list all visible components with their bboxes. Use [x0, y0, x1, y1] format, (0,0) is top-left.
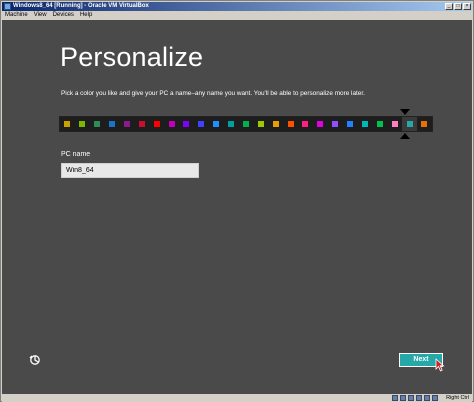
mouse-pointer-icon — [435, 358, 445, 372]
status-bar: Right Ctrl — [2, 394, 472, 402]
color-chip — [123, 121, 130, 127]
menu-devices[interactable]: Devices — [50, 11, 77, 20]
color-chip — [109, 121, 116, 127]
color-chip — [361, 121, 368, 127]
instruction-text: Pick a color you like and give your PC a… — [61, 90, 365, 97]
color-chip — [153, 121, 160, 127]
color-swatch[interactable] — [417, 117, 432, 131]
guest-screen: Personalize Pick a color you like and gi… — [2, 20, 472, 394]
color-swatch[interactable] — [402, 117, 417, 131]
close-button[interactable]: × — [463, 3, 471, 10]
page-title: Personalize — [60, 42, 204, 72]
color-swatch[interactable] — [357, 117, 373, 131]
color-chip — [421, 121, 428, 127]
mouse-integration-icon[interactable] — [432, 395, 438, 401]
selection-arrow-bottom-icon — [400, 133, 410, 139]
hard-disk-icon[interactable] — [392, 395, 398, 401]
window-controls: _ □ × — [445, 3, 471, 10]
optical-drive-icon[interactable] — [400, 395, 406, 401]
selection-arrow-top-icon — [400, 109, 410, 115]
color-swatch[interactable] — [60, 117, 75, 131]
host-key-label: Right Ctrl — [446, 395, 469, 401]
menu-view[interactable]: View — [31, 11, 50, 20]
pc-name-input[interactable] — [61, 163, 199, 178]
title-bar: Windows8_64 [Running] - Oracle VM Virtua… — [2, 2, 472, 11]
color-chip — [347, 121, 354, 127]
color-swatch[interactable] — [238, 117, 254, 131]
color-swatch[interactable] — [164, 117, 179, 131]
color-swatch[interactable] — [223, 117, 239, 131]
pc-name-label: PC name — [61, 151, 91, 158]
color-chip — [242, 121, 249, 127]
color-swatch[interactable] — [283, 117, 298, 131]
color-swatch[interactable] — [149, 117, 165, 131]
color-chip — [317, 121, 324, 127]
color-chip — [94, 121, 101, 127]
color-chip — [228, 121, 235, 127]
color-swatch[interactable] — [253, 117, 269, 131]
color-swatch[interactable] — [387, 117, 403, 131]
menu-machine[interactable]: Machine — [2, 11, 31, 20]
color-swatch[interactable] — [208, 117, 224, 131]
menu-help[interactable]: Help — [77, 11, 95, 20]
color-swatch[interactable] — [134, 117, 150, 131]
minimize-button[interactable]: _ — [445, 3, 453, 10]
virtualbox-window: Windows8_64 [Running] - Oracle VM Virtua… — [0, 0, 474, 402]
color-chip — [64, 121, 71, 127]
virtualbox-app-icon — [4, 3, 11, 10]
color-swatch[interactable] — [298, 117, 313, 131]
color-chip — [406, 121, 413, 127]
color-chip — [138, 121, 145, 127]
color-chip — [79, 121, 86, 127]
color-swatch[interactable] — [74, 117, 90, 131]
color-swatch[interactable] — [89, 117, 105, 131]
color-chip — [168, 121, 175, 127]
menu-bar: Machine View Devices Help — [2, 11, 472, 20]
maximize-button[interactable]: □ — [454, 3, 462, 10]
ease-of-access-icon[interactable] — [29, 354, 41, 366]
color-swatch[interactable] — [119, 117, 135, 131]
color-chip — [272, 121, 279, 127]
color-chip — [257, 121, 264, 127]
color-chip — [213, 121, 220, 127]
color-chip — [376, 121, 383, 127]
usb-icon[interactable] — [408, 395, 414, 401]
device-status-icons — [392, 395, 438, 401]
shared-folders-icon[interactable] — [424, 395, 430, 401]
color-chip — [332, 121, 339, 127]
color-chip — [391, 121, 398, 127]
color-chip — [183, 121, 190, 127]
color-chip — [287, 121, 294, 127]
color-chip — [198, 121, 205, 127]
color-swatch[interactable] — [104, 117, 120, 131]
network-icon[interactable] — [416, 395, 422, 401]
color-swatch[interactable] — [372, 117, 388, 131]
color-palette — [59, 116, 433, 132]
color-swatch[interactable] — [193, 117, 209, 131]
color-swatch[interactable] — [179, 117, 194, 131]
color-swatch[interactable] — [327, 117, 343, 131]
color-swatch[interactable] — [312, 117, 328, 131]
color-swatch[interactable] — [268, 117, 284, 131]
color-swatch[interactable] — [342, 117, 358, 131]
window-title: Windows8_64 [Running] - Oracle VM Virtua… — [13, 3, 149, 9]
color-chip — [302, 121, 309, 127]
